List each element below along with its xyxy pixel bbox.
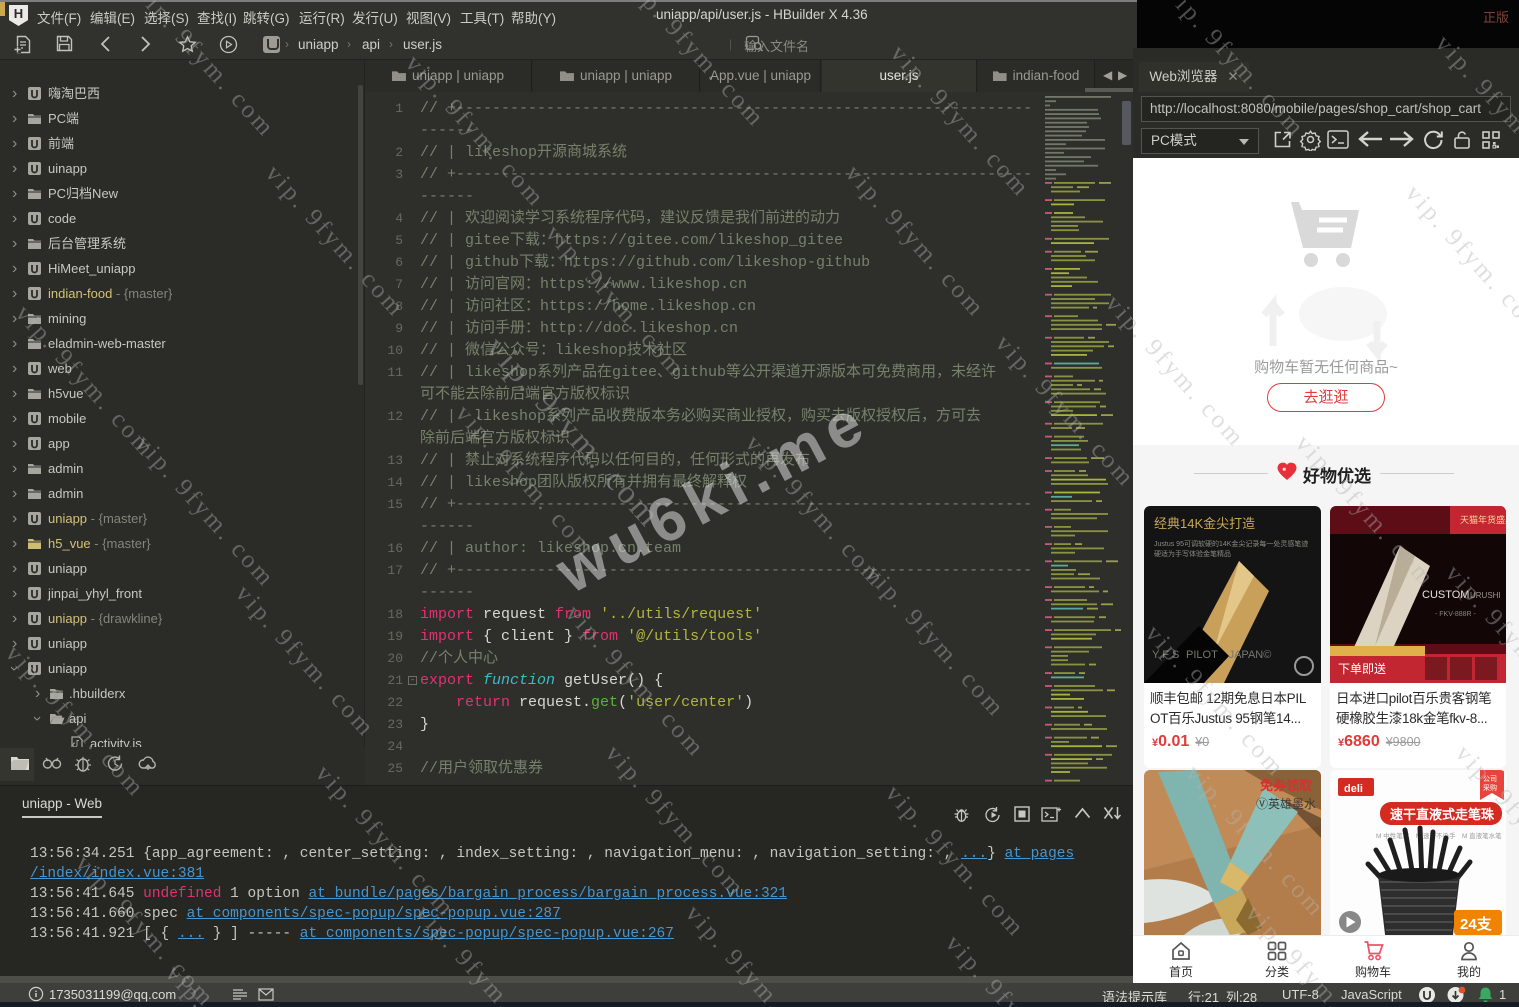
svg-text:硬适为手写体验金笔精品: 硬适为手写体验金笔精品 <box>1154 549 1231 558</box>
svg-text:公司: 公司 <box>1483 775 1497 783</box>
svg-text:免券领取: 免券领取 <box>1260 778 1313 793</box>
svg-text:URUSHI: URUSHI <box>1470 591 1501 600</box>
svg-text:下单即送: 下单即送 <box>1338 661 1386 676</box>
svg-text:采购: 采购 <box>1483 783 1497 792</box>
svg-text:Justus 95可调软硬的14K金尖记录每一处灵感笔迹: Justus 95可调软硬的14K金尖记录每一处灵感笔迹 <box>1154 539 1308 548</box>
svg-text:Y F S: Y F S <box>1152 649 1179 661</box>
svg-text:M 中性笔芯 M 速干不染手 M 直液笔水笔: M 中性笔芯 M 速干不染手 M 直液笔水笔 <box>1376 831 1502 840</box>
svg-text:Ⓥ英雄墨水: Ⓥ英雄墨水 <box>1256 796 1316 811</box>
svg-text:天猫年货盛典: 天猫年货盛典 <box>1460 514 1506 525</box>
svg-text:- FKV-888R -: - FKV-888R - <box>1435 611 1477 618</box>
svg-text:速干直液式走笔珠: 速干直液式走笔珠 <box>1390 807 1495 822</box>
svg-text:24支: 24支 <box>1460 915 1493 933</box>
svg-text:deli: deli <box>1344 783 1363 795</box>
svg-text:PILOT JAPAN©: PILOT JAPAN© <box>1186 649 1271 661</box>
svg-text:经典14K金尖打造: 经典14K金尖打造 <box>1154 516 1255 531</box>
svg-text:CUSTOM: CUSTOM <box>1422 589 1469 601</box>
